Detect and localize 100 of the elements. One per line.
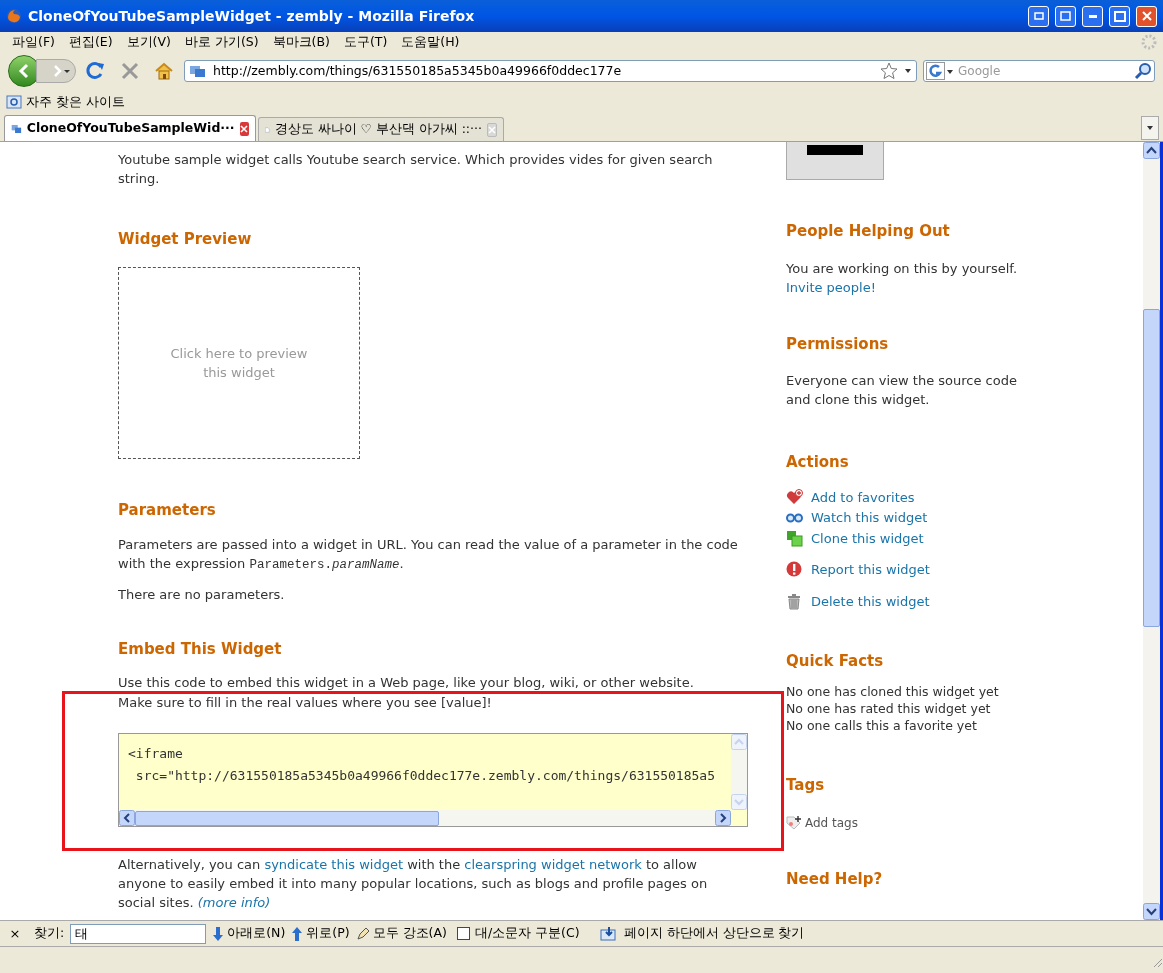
embed-code-field[interactable]: <iframe src="http://631550185a5345b0a49966f0ddec177e.zembly.com/things/631550185a5 [118,733,748,827]
maximize-icon [1113,10,1126,22]
window-title: CloneOfYouTubeSampleWidget - zembly - Mozilla Firefox [28,6,476,26]
add-tags-link[interactable]: Add tags [786,814,858,832]
menu-item[interactable]: 북마크(B) [266,32,336,52]
search-engine-icon [926,62,954,80]
maximize-button[interactable] [1109,5,1130,27]
find-field[interactable]: 태 [70,923,207,944]
tag-plus-icon [786,815,803,831]
minimize-button[interactable] [1082,5,1103,27]
invite-link[interactable]: Invite people! [786,277,876,297]
close-find-button[interactable]: × [8,923,22,944]
section-heading: Tags [786,774,826,796]
close-icon [240,124,249,133]
heart-plus-icon [786,488,803,506]
info-text: You are working on this by yourself. [786,259,1019,278]
sidebar-button[interactable] [1055,5,1076,27]
down-arrow-icon [212,925,225,942]
action-link[interactable]: Report this widget [786,560,930,580]
close-icon [488,125,496,134]
scrollbar-thumb[interactable] [135,810,439,826]
scroll-down-icon [731,794,747,810]
paragraph-text: Parameters are passed into a widget in URL. You can read the value of a parameter in the code with the expression Parameters.paramName. [118,536,739,574]
close-icon [1139,9,1154,23]
throbber-icon [1141,34,1157,50]
match-case-checkbox[interactable]: 대/소문자 구분(C) [456,924,580,943]
pencil-icon [355,926,370,941]
dropdown-icon [904,68,912,74]
stop-icon [120,61,140,81]
trash-icon [786,592,803,610]
scroll-up-icon [1143,142,1160,159]
tab[interactable]: 경상도 싸나이 ♡ 부산댁 아가씨 ::··· [258,117,504,141]
menu-item[interactable]: 편집(E) [62,32,119,52]
scrollbar-thumb[interactable] [1143,309,1160,627]
action-link[interactable]: Clone this widget [786,528,924,548]
find-previous-button[interactable]: 위로(P) [291,924,350,943]
section-heading: Need Help? [786,869,884,890]
paragraph-text: Alternatively, you can syndicate this widget with the clearspring widget network to allow anyone to easily embed it into many popular locations, such as blogs and profile pages on social sites. (more info) [118,856,709,912]
firefox-icon [6,8,22,24]
scroll-left-icon [119,810,135,826]
restore-icon [1033,12,1044,20]
tab-close-button[interactable] [239,121,249,136]
close-button[interactable] [1136,5,1157,27]
address-field[interactable]: http://zembly.com/things/631550185a5345b0a49966f0ddec177e [184,60,917,82]
scroll-right-icon [715,810,731,826]
wrap-around-icon [599,925,618,942]
restore-button[interactable] [1028,5,1049,27]
fact-text: No one has cloned this widget yet [786,682,1000,700]
forward-button[interactable] [36,59,76,83]
up-arrow-icon [291,925,304,942]
action-link[interactable]: Delete this widget [786,591,930,611]
section-heading: Quick Facts [786,651,885,672]
scroll-down-icon [1143,903,1160,920]
description-text: Youtube sample widget calls Youtube search service. Which provides vides for given search string. [118,151,714,188]
paragraph-text: There are no parameters. [118,586,286,604]
find-label: 찾기: [34,924,65,943]
action-link[interactable]: Add to favorites [786,487,915,507]
highlight-all-button[interactable]: 모두 강조(A) [355,924,447,943]
horizontal-scrollbar[interactable] [119,810,731,826]
site-icon [189,64,207,78]
paragraph-text: Use this code to embed this widget in a Web page, like your blog, wiki, or other website. Make sure to fill in the real values where you see [value]! [118,674,695,712]
menu-item[interactable]: 파일(F) [6,32,61,52]
squares-icon [786,529,803,547]
bookmark-item[interactable]: 자주 찾은 사이트 [6,92,125,112]
bookmark-star-icon [880,62,898,80]
text-link[interactable]: clearspring widget network [464,857,642,872]
menu-item[interactable]: 도움말(H) [395,32,466,52]
fact-text: No one has rated this widget yet [786,699,992,717]
menu-item[interactable]: 보기(V) [120,32,177,52]
section-heading: Parameters [118,501,217,520]
page-scrollbar[interactable] [1143,142,1160,920]
action-link[interactable]: Watch this widget [786,508,928,528]
bookmark-folder-icon [6,94,22,110]
fact-text: No one calls this a favorite yet [786,716,978,734]
search-icon [1134,62,1152,80]
home-icon [154,61,174,81]
code-line: src="http://631550185a5345b0a49966f0ddec177e.zembly.com/things/631550185a5 [134,767,715,785]
dropdown-icon [1146,125,1154,131]
text-link[interactable]: syndicate this widget [264,857,403,872]
resize-grip-icon [1151,956,1163,968]
tab[interactable]: CloneOfYouTubeSampleWid··· [4,115,256,141]
reload-icon [86,61,106,81]
more-info-link[interactable]: (more info) [197,895,271,910]
tab-list-button[interactable] [1141,116,1159,140]
section-heading: Actions [786,452,850,473]
scroll-up-icon [731,734,747,750]
section-heading: Widget Preview [118,230,253,249]
code-line: <iframe [128,745,184,763]
find-next-button[interactable]: 아래로(N) [212,924,286,943]
minimize-icon [1088,14,1097,18]
section-heading: Permissions [786,333,890,355]
vertical-scrollbar[interactable] [731,734,747,810]
exclamation-icon [786,561,803,579]
menu-item[interactable]: 도구(T) [337,32,394,52]
forward-arrow-icon [51,64,71,78]
find-status-text: 페이지 하단에서 상단으로 찾기 [623,924,805,943]
section-heading: Embed This Widget [118,640,283,659]
info-text: Everyone can view the source code and clone this widget. [786,372,1018,409]
section-heading: People Helping Out [786,221,951,242]
menu-item[interactable]: 바로 가기(S) [178,32,265,52]
